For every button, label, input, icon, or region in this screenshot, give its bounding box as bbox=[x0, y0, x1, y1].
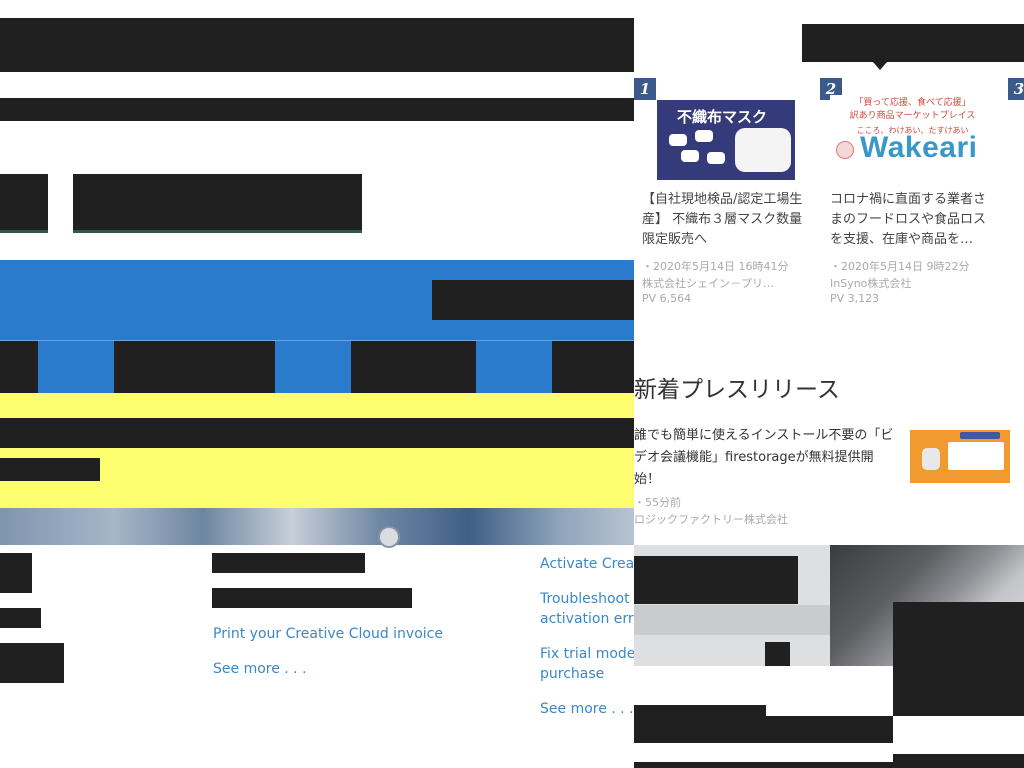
redacted-ranking-tab[interactable] bbox=[802, 24, 1024, 62]
thumb-pill bbox=[681, 150, 699, 162]
card-1-company[interactable]: 株式会社シェイン－プリ… bbox=[642, 275, 774, 291]
troubleshoot-link[interactable]: Troubleshoot C bbox=[540, 589, 634, 609]
fix-trial-mode-link[interactable]: Fix trial mode bbox=[540, 644, 634, 664]
redacted-tab-1[interactable] bbox=[0, 341, 38, 393]
redacted-col1-heading bbox=[0, 553, 32, 593]
card-2-date: ・2020年5月14日 9時22分 bbox=[830, 260, 970, 273]
print-invoice-link[interactable]: Print your Creative Cloud invoice bbox=[213, 624, 443, 644]
thumb-pill bbox=[669, 134, 687, 146]
redacted-col1-link2[interactable] bbox=[0, 643, 64, 683]
thumb-character bbox=[922, 448, 940, 470]
news-item-thumbnail[interactable] bbox=[910, 430, 1010, 483]
wakeari-tagline: 「買って応援、食べて応援」 訳あり商品マーケットプレイス bbox=[849, 98, 976, 121]
redacted-col2-heading bbox=[212, 553, 365, 573]
redacted-col1-link[interactable] bbox=[0, 608, 41, 628]
hero-photo bbox=[0, 508, 634, 545]
card-1-date: ・2020年5月14日 16時41分 bbox=[642, 260, 789, 273]
redacted-button-b[interactable] bbox=[73, 174, 362, 233]
rank-badge-3: 3 bbox=[1008, 78, 1024, 100]
card-2-pv: PV 3,123 bbox=[830, 292, 880, 305]
troubleshoot-link-line2[interactable]: activation erro bbox=[540, 609, 634, 629]
thumb-panel bbox=[948, 442, 1004, 470]
redacted-footer-d bbox=[634, 762, 893, 768]
wakeari-thumbnail[interactable]: 「買って応援、食べて応援」 訳あり商品マーケットプレイス こころ、わけあい、たす… bbox=[830, 95, 995, 180]
fix-trial-mode-link-line2[interactable]: purchase bbox=[540, 664, 604, 684]
news-item-title[interactable]: 誰でも簡単に使えるインストール不要の「ビデオ会議機能」firestorageが無… bbox=[634, 425, 899, 491]
redacted-ad-icon bbox=[765, 642, 790, 666]
card-2-company[interactable]: InSyno株式会社 bbox=[830, 275, 911, 291]
redacted-tab-4[interactable] bbox=[552, 341, 634, 393]
rank-badge-1: 1 bbox=[634, 78, 656, 100]
gray-ad-stripe bbox=[634, 605, 834, 635]
see-more-link[interactable]: See more . . . bbox=[213, 659, 307, 679]
wakeari-logo-icon bbox=[836, 141, 854, 159]
redacted-footer-b bbox=[634, 716, 893, 743]
redacted-nav-bar bbox=[0, 98, 634, 121]
redacted-notice-text bbox=[0, 418, 634, 448]
thumb-pill bbox=[695, 130, 713, 142]
redacted-button-a[interactable] bbox=[0, 174, 48, 233]
redacted-banner-block bbox=[432, 280, 634, 320]
redacted-ad-text bbox=[634, 556, 798, 604]
stethoscope-image bbox=[370, 508, 406, 548]
left-pane: Print your Creative Cloud invoice See mo… bbox=[0, 0, 634, 768]
activate-creative-link[interactable]: Activate Creati bbox=[540, 554, 634, 574]
redacted-header-bar bbox=[0, 18, 634, 72]
redacted-ad-block bbox=[893, 602, 1024, 716]
blue-divider bbox=[0, 340, 634, 341]
redacted-notice-link[interactable] bbox=[0, 458, 100, 481]
redacted-col2-link[interactable] bbox=[212, 588, 412, 608]
card-1-pv: PV 6,564 bbox=[642, 292, 692, 305]
redacted-tab-3[interactable] bbox=[351, 341, 476, 393]
mask-image bbox=[735, 128, 791, 172]
new-releases-heading: 新着プレスリリース bbox=[634, 377, 840, 403]
news-item-time: ・55分前 bbox=[634, 496, 681, 509]
wakeari-logo: Wakeari bbox=[860, 131, 978, 164]
redacted-tab-2[interactable] bbox=[114, 341, 275, 393]
tab-pointer bbox=[873, 62, 887, 70]
see-more-link-col3[interactable]: See more . . . bbox=[540, 699, 634, 719]
redacted-footer-c bbox=[893, 754, 1024, 768]
news-item-company[interactable]: ロジックファクトリー株式会社 bbox=[634, 511, 788, 527]
yellow-notice-banner bbox=[0, 393, 634, 508]
thumb-mask-title: 不織布マスク bbox=[677, 108, 768, 126]
card-2-title[interactable]: コロナ禍に直面する業者さまのフードロスや食品ロスを支援、在庫や商品を… bbox=[830, 190, 995, 250]
thumb-banner bbox=[960, 432, 1000, 439]
mask-product-thumbnail[interactable]: 不織布マスク bbox=[657, 100, 795, 180]
card-1-title[interactable]: 【自社現地検品/認定工場生産】 不織布３層マスク数量限定販売へ bbox=[642, 190, 807, 250]
thumb-pill bbox=[707, 152, 725, 164]
